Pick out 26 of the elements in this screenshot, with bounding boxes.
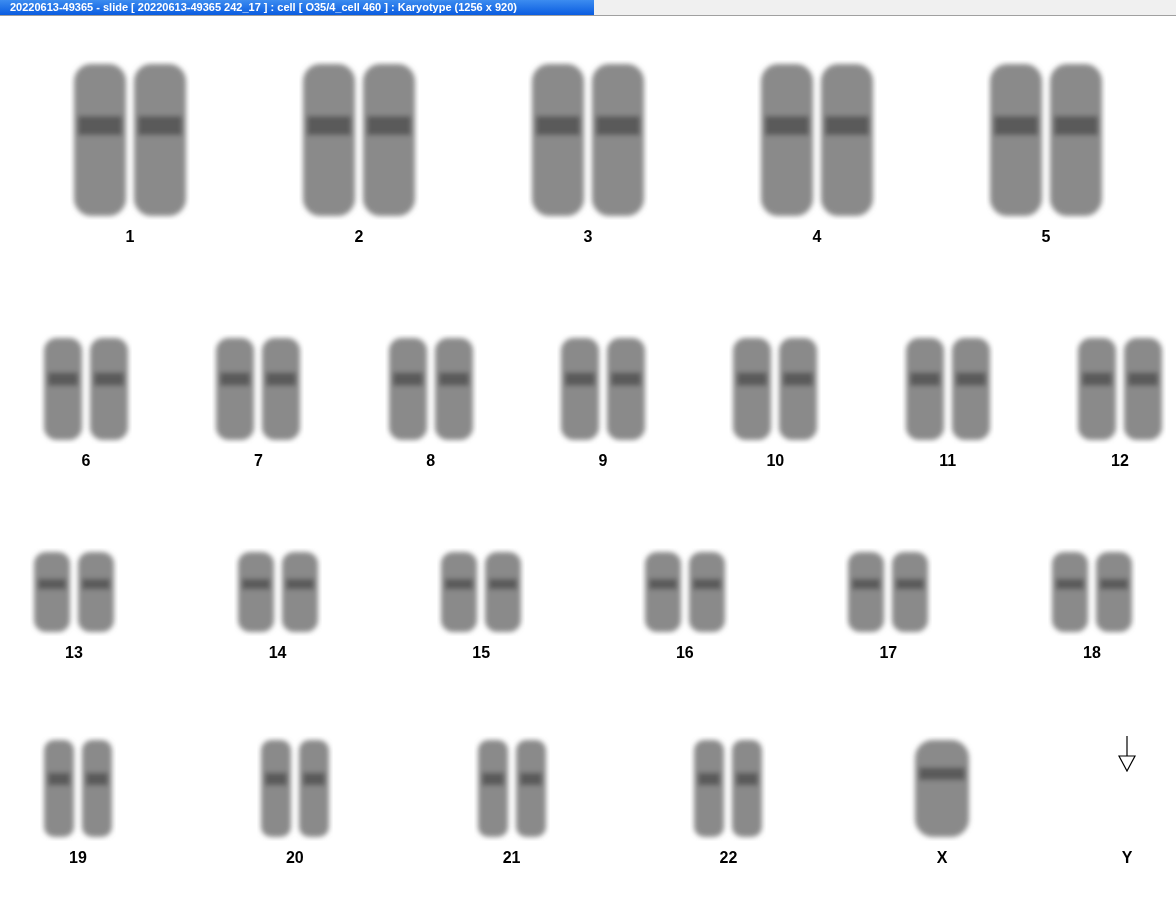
chromosome-label: 21 [502, 849, 521, 867]
chromosome-label: 15 [472, 644, 491, 662]
arrow-down-icon [1118, 736, 1136, 772]
chromosome-label: 4 [812, 228, 822, 246]
chromosome-label: 12 [1111, 452, 1129, 470]
chromosome-label: 19 [69, 849, 87, 867]
chromosome-label: 1 [125, 228, 135, 246]
chromosome-label: 14 [268, 644, 287, 662]
chromosome-label: 3 [583, 228, 593, 246]
chromosome-label: 17 [879, 644, 898, 662]
window-title: 20220613-49365 - slide [ 20220613-49365 242_17 ] : cell [ O35/4_cell 460 ] : Karyotype (1256 x 920) [0, 0, 594, 15]
chromosome-label: 7 [253, 452, 263, 470]
chromosome-label: Y [1121, 849, 1133, 867]
chromosome-label: 11 [939, 452, 957, 470]
chromosome-label: 16 [675, 644, 694, 662]
chromosome-label: 22 [719, 849, 738, 867]
chromosome-label: 2 [354, 228, 364, 246]
chromosome-label: X [936, 849, 948, 867]
chromosome-label: 9 [598, 452, 608, 470]
chromosome-label: 18 [1083, 644, 1101, 662]
chromosome-label: 13 [65, 644, 83, 662]
chromosome-label: 5 [1041, 228, 1051, 246]
chromosome-label: 6 [81, 452, 91, 470]
chromosome-label: 8 [426, 452, 436, 470]
chromosome-label: 10 [766, 452, 785, 470]
chromosome-label: 20 [285, 849, 304, 867]
